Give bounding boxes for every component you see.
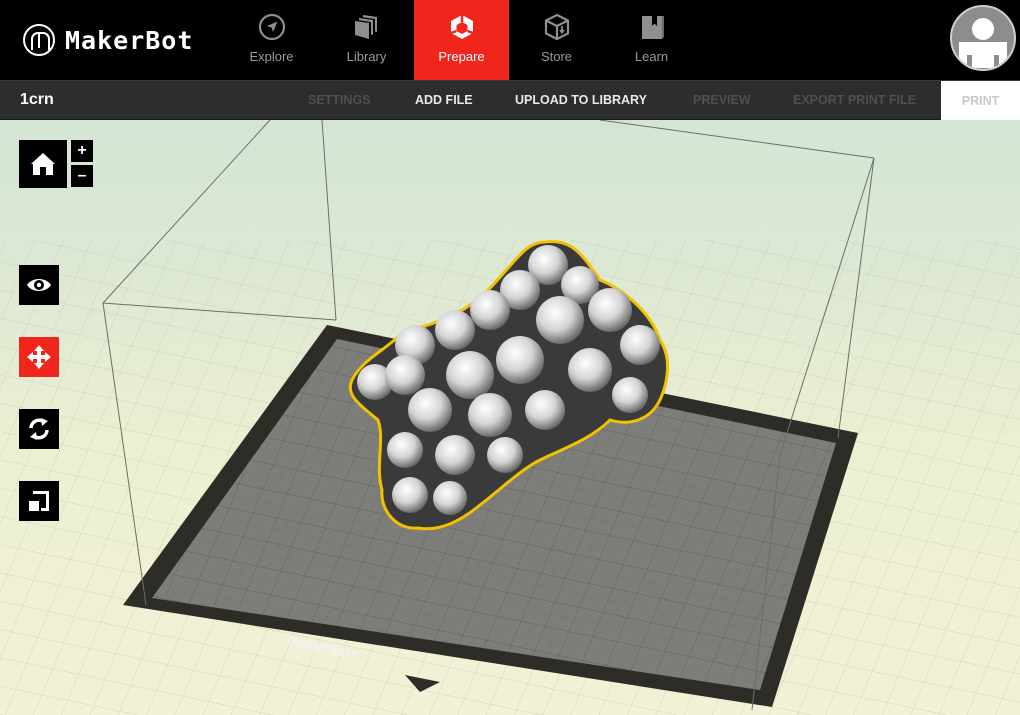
nav-explore-label: Explore xyxy=(249,49,294,64)
top-navigation-bar: MakerBot Explore Library Prepare Store L… xyxy=(0,0,1020,80)
move-tool-button[interactable] xyxy=(19,337,59,377)
learn-book-icon xyxy=(637,12,667,42)
export-print-file-button[interactable]: EXPORT PRINT FILE xyxy=(793,93,916,107)
prepare-toolbar: 1crn SETTINGS ADD FILE UPLOAD TO LIBRARY… xyxy=(0,80,1020,120)
nav-learn[interactable]: Learn xyxy=(604,0,699,80)
move-arrows-icon xyxy=(27,345,51,369)
nav-prepare-label: Prepare xyxy=(438,49,485,64)
zoom-in-button[interactable]: + xyxy=(71,140,93,162)
nav-prepare[interactable]: Prepare xyxy=(414,0,509,80)
nav-library[interactable]: Library xyxy=(319,0,414,80)
nav-store[interactable]: Store xyxy=(509,0,604,80)
brand-name: MakerBot xyxy=(65,25,194,55)
rotate-icon xyxy=(29,418,49,440)
print-button[interactable]: PRINT xyxy=(941,81,1020,120)
eye-icon xyxy=(27,279,51,291)
nav-learn-label: Learn xyxy=(634,49,669,64)
3d-viewport[interactable]: MakerBot + – xyxy=(0,120,1020,715)
nav-explore[interactable]: Explore xyxy=(224,0,319,80)
nav-library-label: Library xyxy=(346,49,387,64)
preview-button[interactable]: PREVIEW xyxy=(693,93,751,107)
add-file-button[interactable]: ADD FILE xyxy=(415,93,473,107)
user-avatar-icon[interactable] xyxy=(950,5,1016,71)
library-stack-icon xyxy=(352,12,382,42)
build-volume-scene[interactable]: MakerBot xyxy=(0,120,1020,715)
home-view-button[interactable] xyxy=(19,140,67,188)
scale-tool-button[interactable] xyxy=(19,481,59,521)
makerbot-logo[interactable]: MakerBot xyxy=(23,24,193,56)
makerbot-logo-icon xyxy=(23,24,55,56)
upload-to-library-button[interactable]: UPLOAD TO LIBRARY xyxy=(515,93,647,107)
prepare-hexagon-icon xyxy=(447,12,477,42)
home-icon xyxy=(31,153,55,175)
store-box-icon xyxy=(542,12,572,42)
scale-icon xyxy=(29,491,49,511)
nav-store-label: Store xyxy=(540,49,573,64)
rotate-tool-button[interactable] xyxy=(19,409,59,449)
zoom-out-button[interactable]: – xyxy=(71,165,93,187)
file-name: 1crn xyxy=(20,91,54,108)
view-tool-button[interactable] xyxy=(19,265,59,305)
settings-button[interactable]: SETTINGS xyxy=(308,93,371,107)
compass-icon xyxy=(257,12,287,42)
